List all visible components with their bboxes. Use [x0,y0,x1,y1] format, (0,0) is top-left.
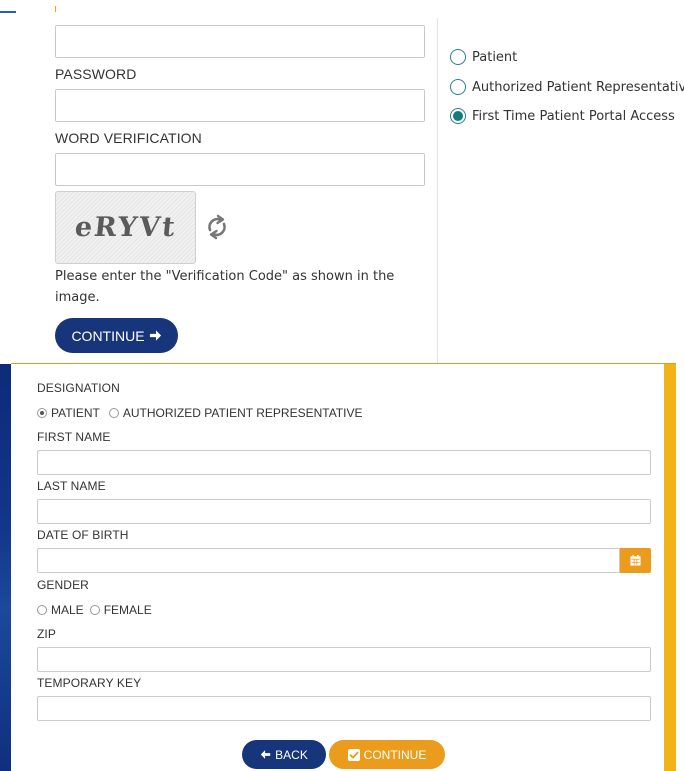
registration-continue-button[interactable]: CONTINUE [329,740,445,769]
column-divider [437,18,438,363]
arrow-right-icon [149,330,161,341]
designation-patient[interactable]: PATIENT [37,406,100,420]
continue-button[interactable]: CONTINUE [55,318,178,353]
radio-button-selected[interactable] [450,108,466,124]
word-verification-label: WORD VERIFICATION [55,130,202,146]
orange-divider [11,363,676,364]
continue-button-label: CONTINUE [71,327,145,344]
arrow-left-icon [260,750,271,759]
corner-accent [0,11,16,13]
zip-label: ZIP [37,627,56,641]
username-input[interactable] [55,25,425,58]
right-gold-bar [664,364,676,771]
last-name-input[interactable] [37,499,651,524]
login-panel: PASSWORD WORD VERIFICATION eRYVt Please … [0,0,684,363]
radio-label: AUTHORIZED PATIENT REPRESENTATIVE [122,406,363,420]
login-type-patient[interactable]: Patient [450,49,517,65]
gender-female[interactable]: FEMALE [89,603,152,617]
radio-button-selected[interactable] [37,408,47,418]
captcha-text: eRYVt [73,212,178,243]
designation-representative[interactable]: AUTHORIZED PATIENT REPRESENTATIVE [108,406,363,420]
dob-input[interactable] [37,548,620,573]
first-name-input[interactable] [37,450,651,475]
radio-label: PATIENT [51,406,100,420]
zip-input[interactable] [37,647,651,672]
gender-label: GENDER [37,578,89,592]
last-name-label: LAST NAME [37,479,106,493]
registration-panel: DESIGNATION PATIENT AUTHORIZED PATIENT R… [0,363,684,771]
login-type-first-time[interactable]: First Time Patient Portal Access [450,108,675,124]
calendar-icon [630,555,641,566]
designation-radio-group: PATIENT AUTHORIZED PATIENT REPRESENTATIV… [37,406,371,420]
continue-button-label: CONTINUE [363,747,427,762]
back-button-label: BACK [275,747,308,762]
radio-button[interactable] [108,408,119,418]
gender-male[interactable]: MALE [37,603,84,617]
radio-button[interactable] [37,605,47,615]
designation-label: DESIGNATION [37,381,120,395]
back-button[interactable]: BACK [242,740,326,769]
left-bar-gap [11,364,22,771]
radio-label: Authorized Patient Representative [472,79,684,95]
radio-label: Patient [472,49,518,65]
radio-button[interactable] [450,49,466,65]
dob-label: DATE OF BIRTH [37,528,129,542]
radio-label: First Time Patient Portal Access [472,108,675,124]
refresh-icon[interactable] [203,213,231,241]
radio-label: FEMALE [103,603,152,617]
radio-label: MALE [51,603,84,617]
password-label: PASSWORD [55,66,137,82]
password-input[interactable] [55,89,425,122]
first-name-label: FIRST NAME [37,430,111,444]
checkbox-icon [347,748,360,761]
calendar-button[interactable] [620,548,651,573]
radio-button[interactable] [450,79,466,95]
tick-accent [55,6,56,12]
captcha-help-text: Please enter the "Verification Code" as … [55,269,395,305]
radio-button[interactable] [89,605,100,615]
captcha-image: eRYVt [55,191,196,264]
word-verification-input[interactable] [55,153,425,186]
gender-radio-group: MALE FEMALE [37,603,161,617]
temporary-key-input[interactable] [37,696,651,721]
temporary-key-label: TEMPORARY KEY [37,676,142,690]
login-type-representative[interactable]: Authorized Patient Representative [450,79,684,95]
